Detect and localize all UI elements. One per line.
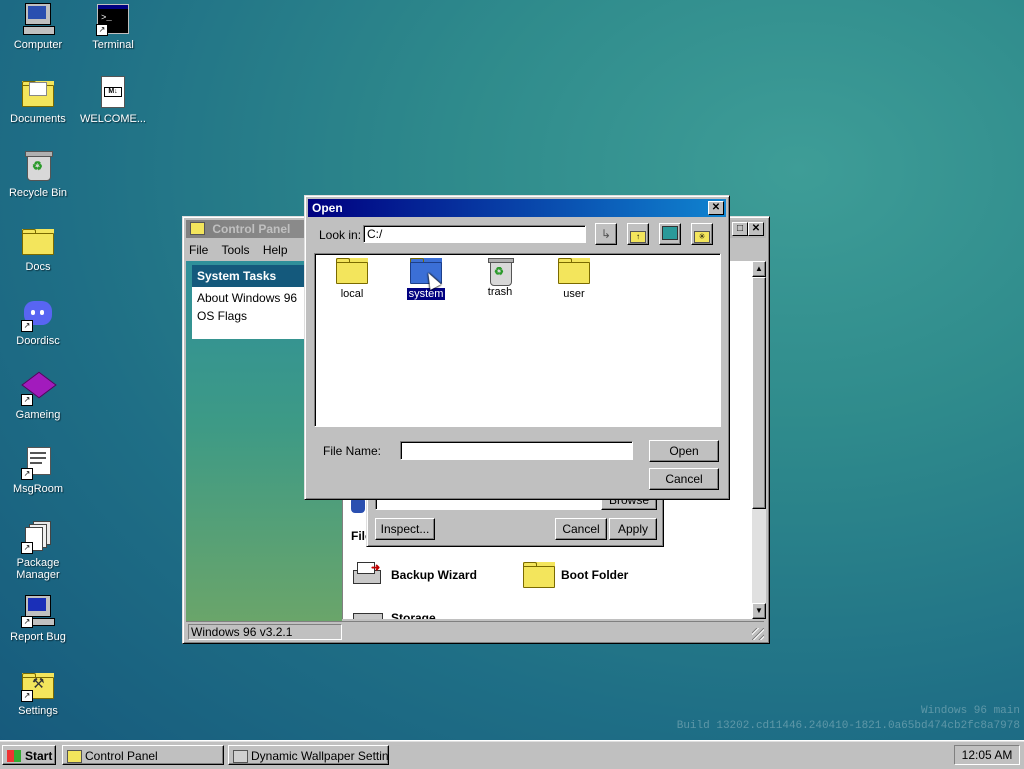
menu-tools[interactable]: Tools [221, 243, 249, 257]
maximize-button[interactable]: □ [732, 222, 748, 236]
control-panel-scrollbar[interactable]: ▲ ▼ [752, 261, 766, 619]
open-button[interactable]: Open [649, 440, 719, 462]
markdown-file-icon: M↓ [96, 76, 130, 110]
folder-icon [523, 562, 555, 588]
control-panel-window-icon [190, 222, 205, 235]
close-button[interactable]: ✕ [748, 222, 764, 236]
look-in-path-field[interactable]: C:/ [363, 225, 586, 243]
desktop-icon-computer[interactable]: Computer [0, 2, 76, 51]
backup-wizard-icon: ➜ [353, 560, 381, 586]
open-dialog-cancel-button[interactable]: Cancel [649, 468, 719, 490]
open-dialog: Open ✕ Look in: C:/ ↳ ↑ ✳ local system ♻ [304, 195, 730, 500]
terminal-icon: >_ ↗ [96, 2, 130, 36]
cp-item-storage[interactable]: Storage [353, 607, 513, 619]
new-folder-icon: ✳ [694, 231, 710, 243]
file-list[interactable]: local system ♻ trash user [314, 253, 721, 427]
desktop-icon-doordisc[interactable]: ↗ Doordisc [0, 298, 76, 347]
msgroom-icon: ↗ [21, 446, 55, 480]
control-panel-icon [67, 750, 82, 763]
desktop-icon-terminal[interactable]: >_ ↗ Terminal [75, 2, 151, 51]
desktop-icon-recycle-bin[interactable]: ♻ Recycle Bin [0, 150, 76, 199]
file-name-label: File Name: [323, 444, 382, 458]
desktop-icon-settings[interactable]: ⚒ ↗ Settings [0, 668, 76, 717]
desktop-view-button[interactable] [659, 223, 681, 245]
file-item-system-label: system [405, 287, 447, 301]
file-name-input[interactable] [400, 441, 633, 460]
up-folder-icon: ↑ [630, 231, 646, 243]
taskbar-control-panel[interactable]: Control Panel [62, 745, 224, 765]
inspect-button[interactable]: Inspect... [375, 518, 435, 540]
look-in-label: Look in: [319, 228, 362, 242]
recycle-bin-icon: ♻ [21, 150, 55, 184]
properties-cancel-button[interactable]: Cancel [555, 518, 607, 540]
settings-icon: ⚒ ↗ [21, 668, 55, 702]
desktop-icon-report-bug[interactable]: ↗ Report Bug [0, 594, 76, 643]
control-panel-title: Control Panel [212, 222, 291, 236]
go-button[interactable]: ↳ [595, 223, 617, 245]
desktop-icon-msgroom[interactable]: ↗ MsgRoom [0, 446, 76, 495]
new-folder-button[interactable]: ✳ [691, 223, 713, 245]
scroll-thumb[interactable] [752, 277, 766, 509]
control-panel-statusbar: Windows 96 v3.2.1 [186, 621, 764, 640]
report-bug-icon: ↗ [21, 594, 55, 628]
file-item-local[interactable]: local [322, 258, 382, 300]
documents-folder-icon [21, 76, 55, 110]
recycle-bin-icon: ♻ [486, 256, 514, 286]
desktop-icon-documents[interactable]: Documents [0, 76, 76, 125]
desktop-icon-welcome[interactable]: M↓ WELCOME... [75, 76, 151, 125]
resize-grip-icon[interactable] [752, 628, 764, 640]
desktop-icon-gameing[interactable]: ↗ Gameing [0, 371, 76, 421]
computer-icon [21, 2, 55, 36]
file-item-trash[interactable]: ♻ trash [470, 256, 530, 298]
start-button[interactable]: Start [2, 745, 56, 765]
scroll-up-button[interactable]: ▲ [752, 261, 766, 277]
package-manager-icon: ↗ [21, 520, 55, 554]
clock[interactable]: 12:05 AM [962, 748, 1013, 762]
taskbar: Start Control Panel Dynamic Wallpaper Se… [0, 740, 1024, 769]
close-button[interactable]: ✕ [708, 201, 724, 215]
folder-icon [558, 258, 590, 284]
storage-icon [353, 613, 383, 619]
build-watermark: Windows 96 main Build 13202.cd11446.2404… [676, 705, 1020, 732]
cp-item-boot-folder[interactable]: Boot Folder [523, 559, 683, 589]
up-folder-button[interactable]: ↑ [627, 223, 649, 245]
menu-file[interactable]: File [189, 243, 208, 257]
folder-icon [336, 258, 368, 284]
game-cube-icon: ↗ [21, 371, 57, 406]
open-dialog-title: Open [312, 201, 343, 215]
system-tray: 12:05 AM [954, 745, 1020, 765]
menu-help[interactable]: Help [263, 243, 288, 257]
folder-icon [21, 224, 55, 258]
desktop-icon-docs[interactable]: Docs [0, 224, 76, 273]
status-version: Windows 96 v3.2.1 [188, 624, 342, 640]
doordisc-icon: ↗ [21, 298, 55, 332]
control-panel-menubar: File Tools Help [189, 243, 288, 259]
windows-logo-icon [7, 750, 21, 762]
wallpaper-settings-icon [233, 750, 248, 763]
desktop-view-icon [662, 226, 678, 240]
desktop-icon-package-manager[interactable]: ↗ Package Manager [0, 520, 76, 581]
taskbar-dynamic-wallpaper[interactable]: Dynamic Wallpaper Settings [228, 745, 389, 765]
file-item-user[interactable]: user [544, 258, 604, 300]
cp-item-backup-wizard[interactable]: ➜ Backup Wizard [353, 559, 513, 589]
open-dialog-titlebar[interactable]: Open ✕ [308, 199, 726, 217]
apply-button[interactable]: Apply [609, 518, 657, 540]
scroll-down-button[interactable]: ▼ [752, 603, 766, 619]
